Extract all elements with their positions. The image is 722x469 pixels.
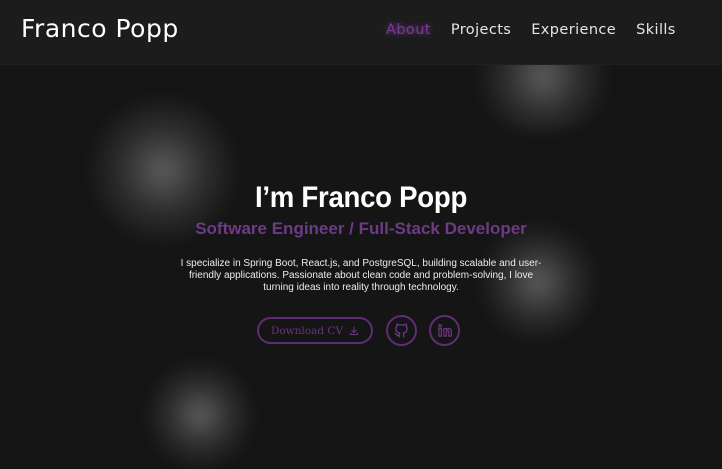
portfolio-page: Franco Popp About Projects Experience Sk…	[0, 0, 722, 469]
nav-menu: About Projects Experience Skills	[386, 22, 676, 38]
download-cv-label: Download CV	[270, 324, 344, 337]
hero-description: I specialize in Spring Boot, React.js, a…	[180, 258, 542, 293]
hero-actions: Download CV	[257, 315, 460, 346]
nav-link-experience[interactable]: Experience	[531, 22, 616, 38]
nav-link-skills[interactable]: Skills	[636, 22, 676, 38]
github-link[interactable]	[386, 315, 417, 346]
hero-section: I’m Franco Popp Software Engineer / Full…	[0, 180, 722, 294]
nav-link-about[interactable]: About	[386, 22, 431, 38]
navbar: Franco Popp About Projects Experience Sk…	[0, 0, 722, 65]
download-icon	[349, 325, 359, 335]
download-cv-button[interactable]: Download CV	[257, 317, 373, 344]
hero-subtitle: Software Engineer / Full-Stack Developer	[195, 219, 527, 238]
github-icon	[394, 323, 408, 338]
linkedin-icon	[438, 323, 452, 337]
hero-title: I’m Franco Popp	[254, 181, 468, 214]
linkedin-link[interactable]	[429, 315, 460, 346]
brand-name[interactable]: Franco Popp	[21, 14, 179, 43]
background-glow	[145, 360, 255, 469]
nav-link-projects[interactable]: Projects	[451, 22, 511, 38]
